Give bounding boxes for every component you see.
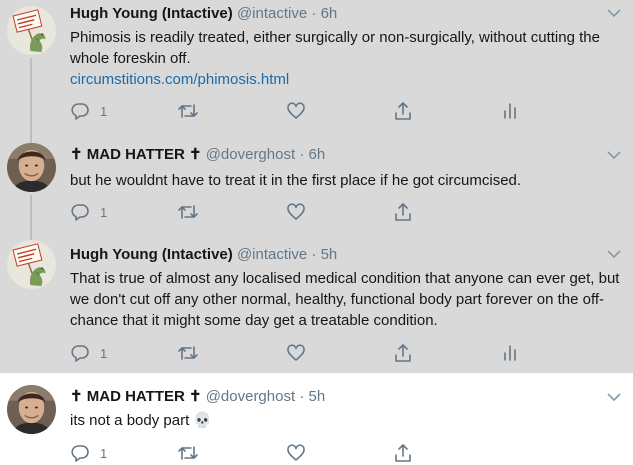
display-name[interactable]: ✝ MAD HATTER ✝ — [70, 388, 202, 405]
chevron-down-icon[interactable] — [607, 8, 621, 18]
reply-count: 1 — [100, 445, 108, 461]
reply-icon — [71, 103, 89, 120]
share-icon — [395, 444, 411, 462]
action-bar: 1 — [70, 201, 530, 223]
reply-button[interactable]: 1 — [70, 342, 107, 364]
reply-icon — [71, 204, 89, 221]
user-handle[interactable]: @intactive — [237, 246, 307, 263]
retweet-button[interactable] — [177, 342, 199, 364]
share-button[interactable] — [393, 342, 413, 364]
thread-line — [30, 58, 32, 135]
timestamp[interactable]: 5h — [321, 246, 338, 263]
tweet-header: ✝ MAD HATTER ✝ @doverghost · 6h — [70, 145, 325, 165]
analytics-button[interactable] — [500, 342, 520, 364]
tweet-2[interactable]: ✝ MAD HATTER ✝ @doverghost · 6h but he w… — [0, 135, 633, 235]
retweet-icon — [178, 446, 198, 460]
share-button[interactable] — [393, 100, 413, 122]
man-photo-avatar[interactable] — [7, 385, 56, 434]
reply-count: 1 — [100, 345, 108, 361]
user-handle[interactable]: @intactive — [237, 5, 307, 22]
separator-dot: · — [311, 246, 317, 263]
retweet-icon — [178, 104, 198, 118]
share-button[interactable] — [393, 201, 413, 223]
user-handle[interactable]: @doverghost — [206, 146, 295, 163]
retweet-icon — [178, 205, 198, 219]
tweet-text-content: its not a body part 💀 — [70, 412, 213, 429]
like-button[interactable] — [286, 100, 306, 122]
tweet-text: Phimosis is readily treated, either surg… — [70, 27, 630, 90]
intactive-sign-avatar[interactable] — [7, 240, 56, 289]
reply-count: 1 — [100, 103, 108, 119]
separator-dot: · — [311, 5, 317, 22]
tweet-text: its not a body part 💀 — [70, 410, 630, 431]
chevron-down-icon[interactable] — [607, 150, 621, 160]
tweet-header: Hugh Young (Intactive) @intactive · 5h — [70, 245, 337, 265]
timestamp[interactable]: 6h — [321, 5, 338, 22]
display-name[interactable]: ✝ MAD HATTER ✝ — [70, 146, 202, 163]
display-name[interactable]: Hugh Young (Intactive) — [70, 246, 233, 263]
tweet-text: but he wouldnt have to treat it in the f… — [70, 170, 630, 191]
chevron-down-icon[interactable] — [607, 392, 621, 402]
user-handle[interactable]: @doverghost — [206, 388, 295, 405]
retweet-button[interactable] — [177, 201, 199, 223]
analytics-icon — [504, 345, 516, 361]
display-name[interactable]: Hugh Young (Intactive) — [70, 5, 233, 22]
share-button[interactable] — [393, 442, 413, 464]
reply-count: 1 — [100, 204, 108, 220]
share-icon — [395, 102, 411, 120]
reply-button[interactable]: 1 — [70, 442, 107, 464]
thread-line — [30, 135, 32, 143]
separator-dot: · — [299, 146, 305, 163]
tweet-text: That is true of almost any localised med… — [70, 268, 630, 331]
retweet-button[interactable] — [177, 442, 199, 464]
heart-icon — [287, 344, 305, 361]
like-button[interactable] — [286, 342, 306, 364]
timestamp[interactable]: 5h — [308, 388, 325, 405]
tweet-header: ✝ MAD HATTER ✝ @doverghost · 5h — [70, 387, 325, 407]
tweet-4[interactable]: ✝ MAD HATTER ✝ @doverghost · 5h its not … — [0, 373, 633, 465]
share-icon — [395, 203, 411, 221]
reply-button[interactable]: 1 — [70, 201, 107, 223]
tweet-link[interactable]: circumstitions.com/phimosis.html — [70, 69, 630, 90]
tweet-header: Hugh Young (Intactive) @intactive · 6h — [70, 4, 337, 24]
tweet-3[interactable]: Hugh Young (Intactive) @intactive · 5h T… — [0, 235, 633, 373]
analytics-icon — [504, 103, 516, 119]
heart-icon — [287, 203, 305, 220]
separator-dot: · — [299, 388, 305, 405]
retweet-icon — [178, 346, 198, 360]
like-button[interactable] — [286, 201, 306, 223]
action-bar: 1 — [70, 100, 530, 122]
man-photo-avatar[interactable] — [7, 143, 56, 192]
tweet-text-content: That is true of almost any localised med… — [70, 270, 620, 329]
analytics-button[interactable] — [500, 100, 520, 122]
action-bar: 1 — [70, 442, 530, 464]
like-button[interactable] — [286, 442, 306, 464]
chevron-down-icon[interactable] — [607, 249, 621, 259]
reply-button[interactable]: 1 — [70, 100, 107, 122]
tweet-text-content: Phimosis is readily treated, either surg… — [70, 29, 600, 67]
tweet-text-content: but he wouldnt have to treat it in the f… — [70, 172, 522, 189]
timestamp[interactable]: 6h — [308, 146, 325, 163]
retweet-button[interactable] — [177, 100, 199, 122]
heart-icon — [287, 102, 305, 119]
intactive-sign-avatar[interactable] — [7, 6, 56, 55]
reply-icon — [71, 345, 89, 362]
share-icon — [395, 344, 411, 362]
action-bar: 1 — [70, 342, 530, 364]
tweet-1[interactable]: Hugh Young (Intactive) @intactive · 6h P… — [0, 0, 633, 135]
thread-line — [30, 195, 32, 235]
heart-icon — [287, 444, 305, 461]
reply-icon — [71, 445, 89, 462]
